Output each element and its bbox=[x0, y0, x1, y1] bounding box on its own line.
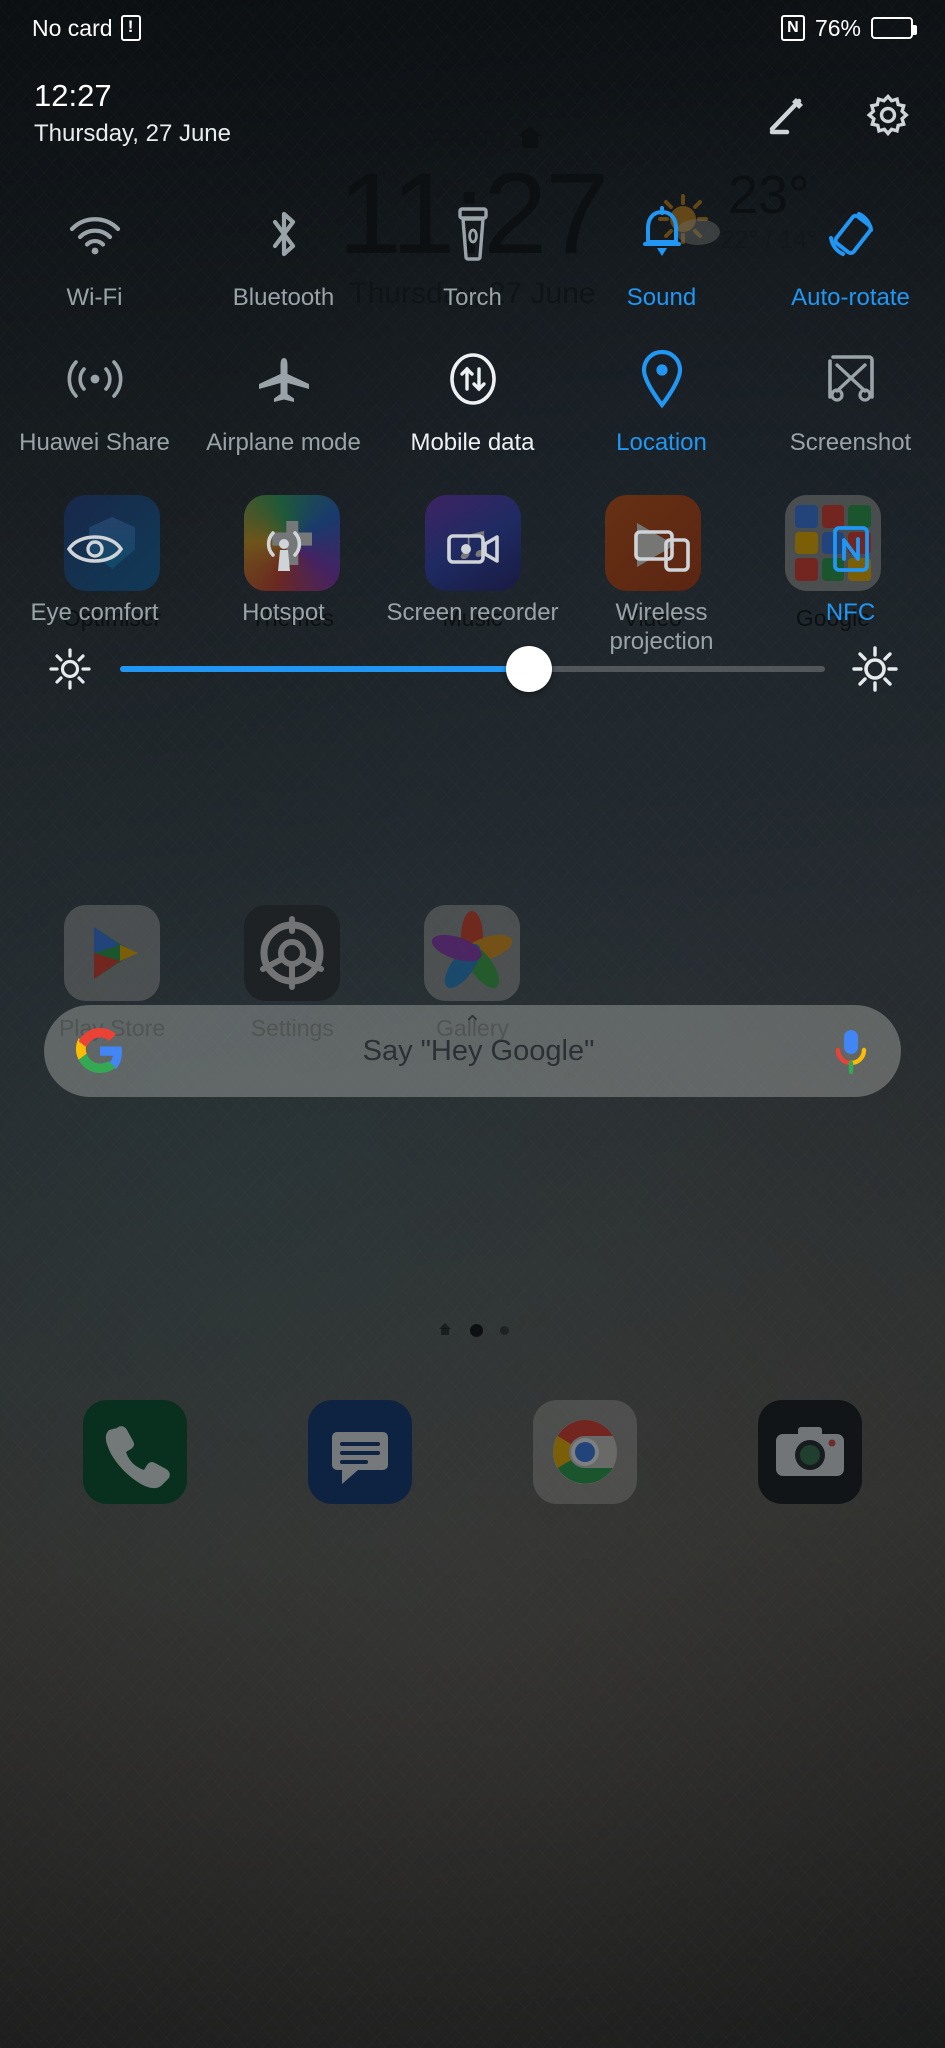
toggle-sound[interactable]: Sound bbox=[567, 195, 756, 312]
status-bar-right: N 76% bbox=[780, 14, 917, 42]
toggle-label: Sound bbox=[626, 284, 697, 311]
toggle-auto-rotate[interactable]: Auto-rotate bbox=[756, 195, 945, 312]
toggle-eye-comfort[interactable]: Eye comfort bbox=[0, 510, 189, 657]
toggle-screenshot[interactable]: Screenshot bbox=[756, 340, 945, 457]
quick-settings-row-1: Wi-Fi Bluetooth Torch Sound Auto-rotate bbox=[0, 195, 945, 312]
toggle-label: Location bbox=[616, 429, 707, 456]
hotspot-icon bbox=[189, 518, 378, 580]
toggle-label: Bluetooth bbox=[232, 284, 335, 311]
phone-screen: London 11:27 Thursday, 27 June 23° 22° /… bbox=[0, 0, 945, 2048]
bluetooth-icon bbox=[189, 203, 378, 265]
shade-time: 12:27 bbox=[34, 78, 112, 113]
brightness-slider[interactable] bbox=[120, 646, 825, 692]
status-bar-left: No card bbox=[32, 14, 141, 42]
toggle-label: Eye comfort bbox=[30, 599, 159, 626]
nfc-toggle-icon bbox=[756, 518, 945, 580]
google-search-bar[interactable]: ⌃ Say "Hey Google" bbox=[44, 1005, 901, 1097]
sim-alert-icon bbox=[120, 14, 141, 41]
search-placeholder: Say "Hey Google" bbox=[362, 1034, 595, 1067]
toggle-label: Screenshot bbox=[789, 429, 912, 456]
toggle-label: Auto-rotate bbox=[791, 284, 910, 311]
quick-settings-row-2: Huawei Share Airplane mode Mobile data L… bbox=[0, 340, 945, 457]
brightness-row bbox=[0, 645, 945, 693]
screenshot-scissors-icon bbox=[756, 348, 945, 410]
shade-datetime: 12:27 Thursday, 27 June bbox=[34, 78, 231, 148]
toggle-nfc[interactable]: NFC bbox=[756, 510, 945, 657]
slider-fill bbox=[120, 666, 529, 672]
navigation-bar bbox=[0, 1994, 945, 2048]
screen-recorder-icon bbox=[378, 518, 567, 580]
slider-knob[interactable] bbox=[505, 646, 552, 692]
toggle-hotspot[interactable]: Hotspot bbox=[189, 510, 378, 657]
battery-icon bbox=[871, 17, 917, 39]
toggle-label: Torch bbox=[443, 284, 502, 311]
quick-settings-row-3: Eye comfort Hotspot Screen recorder Wire… bbox=[0, 510, 945, 657]
battery-percent-label: 76% bbox=[814, 14, 861, 41]
toggle-wifi[interactable]: Wi-Fi bbox=[0, 195, 189, 312]
edit-pencil-icon[interactable] bbox=[763, 92, 809, 138]
shade-actions bbox=[763, 78, 911, 138]
toggle-location[interactable]: Location bbox=[567, 340, 756, 457]
toggle-label: Mobile data bbox=[410, 429, 535, 456]
gear-icon[interactable] bbox=[865, 92, 911, 138]
nfc-icon: N bbox=[780, 15, 805, 41]
toggle-mobile-data[interactable]: Mobile data bbox=[378, 340, 567, 457]
huawei-share-icon bbox=[0, 348, 189, 410]
shade-header: 12:27 Thursday, 27 June bbox=[0, 78, 945, 148]
eye-comfort-icon bbox=[0, 518, 189, 580]
toggle-screen-recorder[interactable]: Screen recorder bbox=[378, 510, 567, 657]
chevron-up-icon[interactable]: ⌃ bbox=[44, 1013, 901, 1035]
bell-icon bbox=[567, 203, 756, 265]
airplane-icon bbox=[189, 348, 378, 410]
toggle-huawei-share[interactable]: Huawei Share bbox=[0, 340, 189, 457]
toggle-wireless-projection[interactable]: Wireless projection bbox=[567, 510, 756, 657]
location-pin-icon bbox=[567, 348, 756, 410]
toggle-label: NFC bbox=[825, 599, 876, 626]
toggle-bluetooth[interactable]: Bluetooth bbox=[189, 195, 378, 312]
toggle-label: Huawei Share bbox=[19, 429, 170, 456]
brightness-low-icon[interactable] bbox=[46, 645, 94, 693]
brightness-high-icon[interactable] bbox=[851, 645, 899, 693]
wireless-projection-icon bbox=[567, 518, 756, 580]
auto-rotate-icon bbox=[756, 203, 945, 265]
status-bar: No card N 76% bbox=[0, 0, 945, 56]
toggle-label: Wi-Fi bbox=[66, 284, 123, 311]
toggle-torch[interactable]: Torch bbox=[378, 195, 567, 312]
toggle-label: Screen recorder bbox=[386, 599, 559, 626]
shade-date: Thursday, 27 June bbox=[34, 119, 232, 147]
carrier-label: No card bbox=[32, 14, 113, 41]
flashlight-icon bbox=[378, 203, 567, 265]
mobile-data-icon bbox=[378, 348, 567, 410]
wifi-icon bbox=[0, 203, 189, 265]
toggle-label: Hotspot bbox=[242, 599, 325, 626]
toggle-airplane-mode[interactable]: Airplane mode bbox=[189, 340, 378, 457]
toggle-label: Airplane mode bbox=[206, 429, 361, 456]
